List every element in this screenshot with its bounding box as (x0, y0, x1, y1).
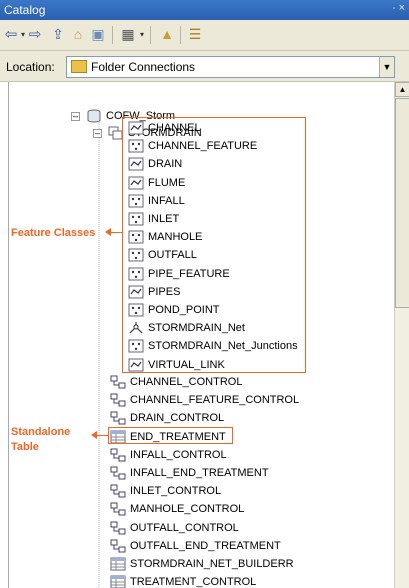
toolbar-separator (180, 26, 181, 44)
relationship-class-icon (110, 375, 126, 389)
standalone-table-callout-line1: Standalone (11, 426, 71, 438)
folder-icon (71, 60, 87, 73)
toolbar-separator (112, 26, 113, 44)
relationship-class-icon (110, 484, 126, 498)
views-icon[interactable]: ▦ (120, 25, 136, 43)
back-icon[interactable]: ⇦ (4, 25, 18, 43)
relationship-class-icon (110, 448, 126, 462)
tree-item-label: INFALL_CONTROL (130, 448, 227, 461)
scroll-thumb[interactable] (395, 98, 409, 308)
connect-folder-icon[interactable]: ▣ (90, 25, 106, 43)
toolbar-separator (150, 26, 151, 44)
tree-item[interactable]: DRAIN_CONTROL (110, 410, 224, 426)
tree-item-label: INLET_CONTROL (130, 485, 222, 498)
chevron-down-icon[interactable]: ▼ (379, 57, 394, 77)
back-dropdown-icon[interactable]: ▾ (19, 25, 27, 43)
relationship-class-icon (110, 502, 126, 516)
tree-options-icon[interactable]: ☰ (186, 25, 204, 43)
location-bar: Location: Folder Connections ▼ (0, 51, 409, 82)
tree-item-label: CHANNEL_FEATURE_CONTROL (130, 394, 300, 407)
views-dropdown-icon[interactable]: ▾ (138, 25, 146, 43)
collapse-icon[interactable]: – (71, 111, 80, 121)
tree-item-label: DRAIN_CONTROL (130, 412, 225, 425)
table-icon (110, 575, 126, 588)
callout-leader-line (110, 232, 122, 233)
home-icon[interactable]: ⌂ (70, 25, 86, 43)
tree-item[interactable]: OUTFALL_CONTROL (110, 520, 239, 536)
up-level-icon[interactable]: ⇪ (50, 25, 66, 43)
tree-item-label: STORMDRAIN_NET_BUILDERR (130, 558, 294, 570)
vertical-scrollbar[interactable]: ▲ (394, 82, 409, 588)
tree-item-label: OUTFALL_CONTROL (130, 521, 239, 534)
forward-icon[interactable]: ⇨ (28, 25, 42, 43)
callout-leader-line (96, 435, 108, 436)
feature-classes-highlight-box (122, 117, 306, 373)
feature-classes-callout: Feature Classes (11, 227, 96, 239)
relationship-class-icon (110, 393, 126, 407)
tree-item-label: CHANNEL_CONTROL (130, 376, 243, 388)
relationship-class-icon (110, 411, 126, 425)
tree-item[interactable]: CHANNEL_CONTROL (110, 374, 242, 390)
tree-item[interactable]: OUTFALL_END_TREATMENT (110, 538, 281, 554)
location-dropdown[interactable]: Folder Connections ▼ (66, 56, 395, 78)
tree-item[interactable]: TREATMENT_CONTROL (110, 574, 256, 588)
geodatabase-icon (87, 109, 101, 123)
table-icon (110, 557, 126, 571)
tree-item[interactable]: INFALL_CONTROL (110, 447, 227, 463)
collapse-icon[interactable]: – (93, 128, 102, 138)
tree-item-label: MANHOLE_CONTROL (130, 503, 245, 516)
tree-item[interactable]: CHANNEL_FEATURE_CONTROL (110, 392, 299, 408)
location-label: Location: (6, 60, 55, 74)
relationship-class-icon (110, 539, 126, 553)
tree-item[interactable]: MANHOLE_CONTROL (110, 501, 244, 517)
new-folder-icon[interactable]: ▲ (158, 25, 176, 43)
tree-item-label: INFALL_END_TREATMENT (130, 467, 269, 479)
standalone-table-callout-line2: Table (11, 441, 39, 453)
tree-item-label: TREATMENT_CONTROL (130, 576, 257, 588)
tree-item[interactable]: INFALL_END_TREATMENT (110, 465, 269, 481)
relationship-class-icon (110, 466, 126, 480)
pin-close-icon[interactable]: ∙ × (392, 2, 405, 14)
tree-item-label: OUTFALL_END_TREATMENT (130, 539, 281, 552)
toolbar: ⇦ ▾ ⇨ ⇪ ⌂ ▣ ▦ ▾ ▲ ☰ (0, 20, 409, 51)
standalone-table-highlight-box (108, 427, 233, 444)
relationship-class-icon (110, 521, 126, 535)
location-value: Folder Connections (91, 60, 196, 74)
window-title: Catalog (4, 3, 46, 17)
scroll-up-icon[interactable]: ▲ (395, 82, 409, 97)
tree-item[interactable]: INLET_CONTROL (110, 483, 221, 499)
title-bar: Catalog ∙ × (0, 0, 409, 20)
tree-item[interactable]: STORMDRAIN_NET_BUILDERR (110, 556, 294, 572)
